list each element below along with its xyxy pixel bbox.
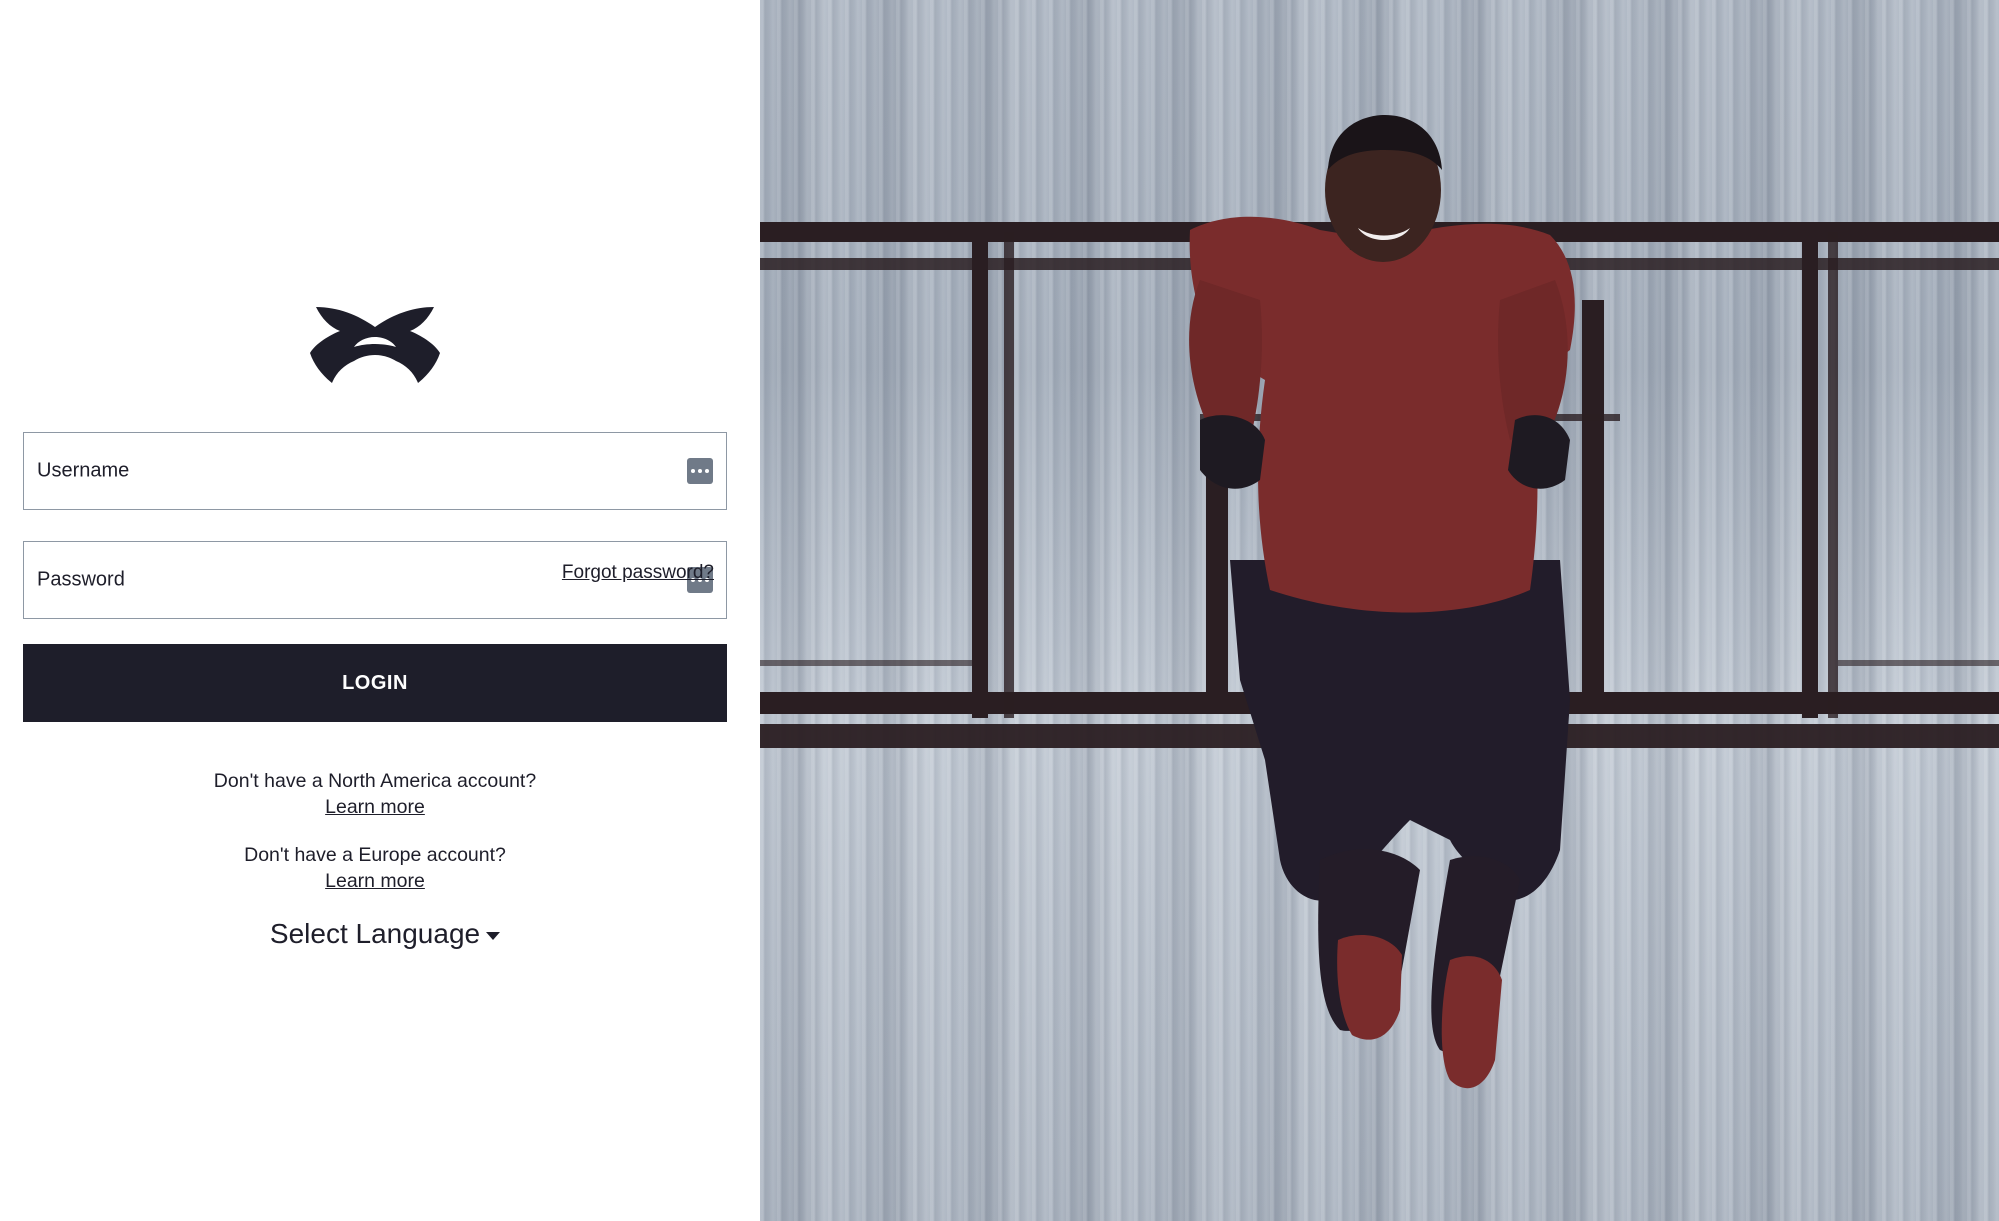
under-armour-logo-icon (310, 307, 440, 383)
athlete-figure (1189, 115, 1575, 1089)
europe-learn-more-link[interactable]: Learn more (325, 870, 425, 892)
login-panel: Username Password Forgot password? LOGIN… (0, 0, 760, 1221)
caret-down-icon (486, 931, 501, 940)
athlete-photo (760, 115, 1999, 1089)
forgot-password-link[interactable]: Forgot password? (562, 562, 714, 584)
north-america-learn-more-link[interactable]: Learn more (325, 796, 425, 818)
username-input[interactable] (24, 433, 726, 509)
north-america-account-block: Don't have a North America account? Lear… (0, 768, 750, 820)
password-field[interactable]: Password Forgot password? (23, 541, 727, 619)
europe-prompt: Don't have a Europe account? (244, 844, 506, 866)
language-select[interactable]: Select Language (0, 918, 770, 950)
password-manager-icon[interactable] (687, 458, 713, 484)
hero-image (760, 0, 1999, 1221)
login-button[interactable]: LOGIN (23, 644, 727, 722)
north-america-prompt: Don't have a North America account? (213, 770, 537, 792)
login-page: Username Password Forgot password? LOGIN… (0, 0, 1999, 1221)
europe-account-block: Don't have a Europe account? Learn more (0, 842, 750, 894)
username-field[interactable]: Username (23, 432, 727, 510)
language-select-label: Select Language (269, 918, 481, 949)
